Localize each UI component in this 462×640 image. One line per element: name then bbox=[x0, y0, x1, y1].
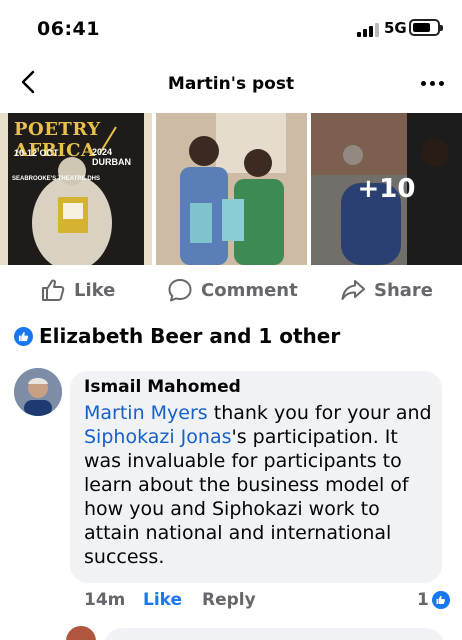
share-button[interactable]: Share bbox=[340, 276, 433, 304]
status-bar: 06:41 5G bbox=[0, 0, 462, 58]
comment-text-part-1: thank you for your and bbox=[207, 402, 432, 424]
share-label: Share bbox=[374, 279, 434, 301]
mention-martin-myers[interactable]: Martin Myers bbox=[84, 402, 208, 424]
battery-icon bbox=[409, 19, 443, 36]
more-options-button[interactable] bbox=[414, 68, 450, 98]
thumbs-up-icon bbox=[42, 279, 65, 301]
post-actions: Like Comment Share bbox=[0, 266, 462, 312]
avatar[interactable] bbox=[14, 368, 62, 416]
comment-timestamp: 14m bbox=[84, 590, 126, 610]
share-arrow-icon bbox=[341, 280, 365, 300]
comment-author[interactable]: Ismail Mahomed bbox=[84, 377, 241, 397]
photo-award[interactable] bbox=[156, 113, 307, 265]
like-reaction-icon bbox=[14, 326, 33, 346]
next-comment-avatar[interactable] bbox=[66, 626, 96, 640]
status-time: 06:41 bbox=[37, 18, 100, 40]
reactions-summary[interactable]: Elizabeth Beer and 1 other bbox=[14, 322, 340, 350]
poster-venue: SEABROOKE'S THEATRE DHS bbox=[12, 176, 100, 182]
post-header: Martin's post bbox=[0, 58, 462, 108]
reactions-text: Elizabeth Beer and 1 other bbox=[39, 324, 341, 348]
next-comment-bubble bbox=[104, 628, 444, 640]
photo-grid: POETRY AFRICA 10-12 OCT 2024 DURBAN SEAB… bbox=[0, 108, 462, 266]
comment-like-count: 1 bbox=[417, 590, 429, 610]
like-reaction-icon bbox=[431, 591, 450, 609]
photo-more[interactable]: +10 bbox=[311, 113, 462, 265]
comment-label: Comment bbox=[201, 279, 298, 301]
poster-date: 10-12 OCT bbox=[14, 148, 59, 158]
comment-text: Martin Myers thank you for your and Siph… bbox=[84, 401, 438, 569]
comment-reply-button[interactable]: Reply bbox=[202, 590, 256, 610]
comment-like-button[interactable]: Like bbox=[143, 590, 182, 610]
page-title: Martin's post bbox=[167, 74, 295, 94]
like-button[interactable]: Like bbox=[40, 276, 115, 304]
photo-poster[interactable]: POETRY AFRICA 10-12 OCT 2024 DURBAN SEAB… bbox=[0, 113, 152, 265]
avatar-image bbox=[14, 368, 62, 416]
comment-button[interactable]: Comment bbox=[167, 276, 298, 304]
more-photos-count: +10 bbox=[311, 113, 462, 265]
like-label: Like bbox=[74, 279, 116, 301]
award-illustration bbox=[156, 113, 307, 265]
speech-bubble-icon bbox=[168, 279, 192, 302]
poster-city: 2024 DURBAN bbox=[92, 147, 131, 167]
network-label: 5G bbox=[384, 19, 407, 37]
comment-reaction-count[interactable]: 1 bbox=[417, 590, 450, 610]
signal-icon bbox=[357, 23, 379, 37]
mention-siphokazi-jonas[interactable]: Siphokazi Jonas bbox=[84, 426, 231, 448]
